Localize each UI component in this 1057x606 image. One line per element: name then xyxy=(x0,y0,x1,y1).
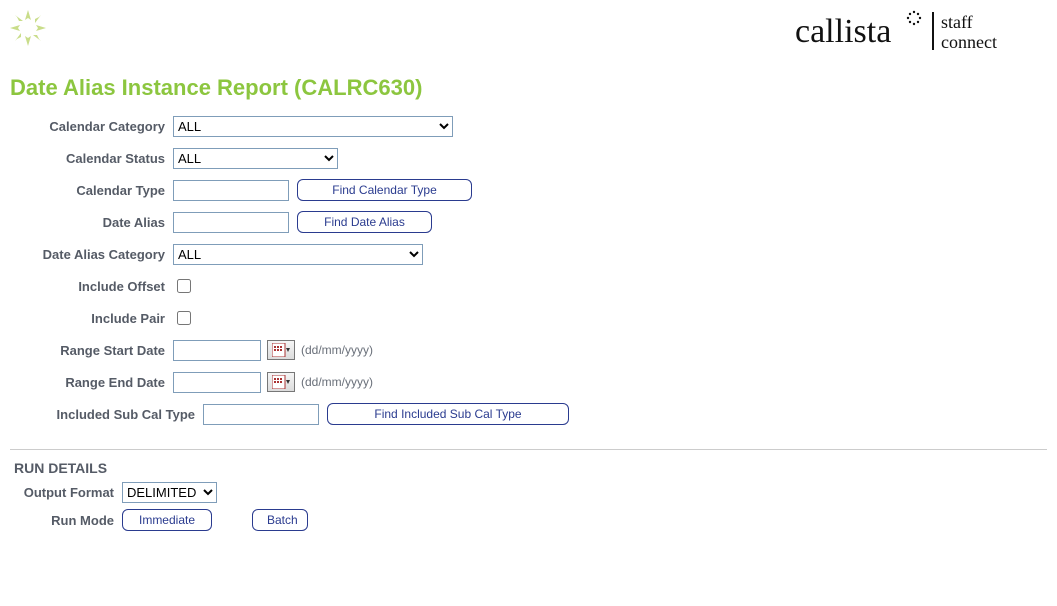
label-run-mode: Run Mode xyxy=(10,513,122,528)
run-batch-button[interactable]: Batch xyxy=(252,509,308,531)
find-calendar-type-button[interactable]: Find Calendar Type xyxy=(297,179,472,201)
label-calendar-status: Calendar Status xyxy=(10,151,173,166)
find-included-sub-cal-type-button[interactable]: Find Included Sub Cal Type xyxy=(327,403,569,425)
include-offset-checkbox[interactable] xyxy=(177,279,191,293)
brand-tag1: staff xyxy=(941,12,973,32)
calendar-picker-start-icon[interactable] xyxy=(267,340,295,360)
app-logo-left xyxy=(8,8,48,48)
calendar-status-select[interactable]: ALL xyxy=(173,148,338,169)
date-alias-category-select[interactable]: ALL xyxy=(173,244,423,265)
app-logo-right: callista staff connect xyxy=(795,8,1049,57)
label-range-start-date: Range Start Date xyxy=(10,343,173,358)
find-date-alias-button[interactable]: Find Date Alias xyxy=(297,211,432,233)
label-included-sub-cal-type: Included Sub Cal Type xyxy=(10,407,203,422)
hint-date-format-start: (dd/mm/yyyy) xyxy=(301,343,373,357)
range-start-date-input[interactable] xyxy=(173,340,261,361)
report-form: Calendar Category ALL Calendar Status AL… xyxy=(10,113,1057,427)
page-title: Date Alias Instance Report (CALRC630) xyxy=(10,75,1057,101)
section-divider xyxy=(10,449,1047,450)
hint-date-format-end: (dd/mm/yyyy) xyxy=(301,375,373,389)
label-include-offset: Include Offset xyxy=(10,279,173,294)
range-end-date-input[interactable] xyxy=(173,372,261,393)
brand-tag2: connect xyxy=(941,32,997,52)
label-date-alias-category: Date Alias Category xyxy=(10,247,173,262)
included-sub-cal-type-input[interactable] xyxy=(203,404,319,425)
label-date-alias: Date Alias xyxy=(10,215,173,230)
label-range-end-date: Range End Date xyxy=(10,375,173,390)
label-include-pair: Include Pair xyxy=(10,311,173,326)
output-format-select[interactable]: DELIMITED xyxy=(122,482,217,503)
calendar-category-select[interactable]: ALL xyxy=(173,116,453,137)
label-output-format: Output Format xyxy=(10,485,122,500)
run-details-heading: RUN DETAILS xyxy=(14,460,1057,476)
label-calendar-category: Calendar Category xyxy=(10,119,173,134)
include-pair-checkbox[interactable] xyxy=(177,311,191,325)
label-calendar-type: Calendar Type xyxy=(10,183,173,198)
run-immediate-button[interactable]: Immediate xyxy=(122,509,212,531)
calendar-type-input[interactable] xyxy=(173,180,289,201)
date-alias-input[interactable] xyxy=(173,212,289,233)
brand-name: callista xyxy=(795,13,891,50)
calendar-picker-end-icon[interactable] xyxy=(267,372,295,392)
